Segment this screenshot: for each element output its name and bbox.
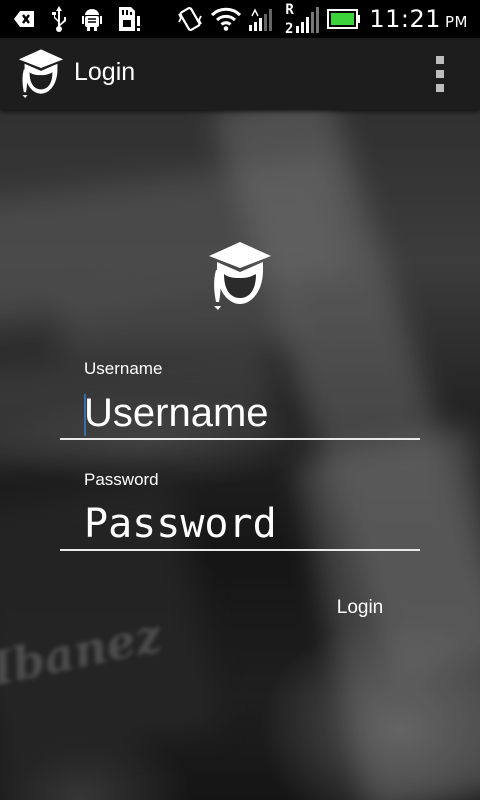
password-label: Password — [84, 470, 159, 489]
svg-text:2: 2 — [285, 21, 293, 34]
bg-dim-overlay — [0, 110, 480, 800]
graduate-cap-logo-icon — [209, 242, 271, 310]
overflow-dot — [436, 84, 444, 92]
back-arrow-icon — [14, 11, 34, 27]
clock: 11:21 PM — [369, 5, 468, 33]
screen: R 2 11:21 PM Login Ibanez Username Usern… — [0, 0, 480, 800]
status-right-icons: R 2 11:21 PM — [177, 0, 468, 38]
background-photo: Ibanez — [0, 110, 480, 800]
username-input[interactable] — [60, 388, 420, 440]
roaming-signal-icon: 2 — [285, 7, 320, 34]
roaming-signal: R 2 — [285, 2, 320, 34]
password-input[interactable] — [60, 499, 420, 551]
clock-time: 11:21 — [369, 5, 441, 33]
text-cursor — [84, 394, 86, 436]
action-bar: Login — [0, 38, 480, 110]
status-left-icons — [14, 6, 142, 32]
status-bar: R 2 11:21 PM — [0, 0, 480, 38]
battery-icon — [327, 9, 361, 29]
overflow-menu-icon[interactable] — [430, 56, 450, 92]
wifi-icon — [211, 7, 242, 31]
signal-icon — [249, 8, 273, 31]
username-label: Username — [84, 359, 163, 378]
page-title: Login — [74, 58, 136, 86]
graduate-cap-logo-icon[interactable] — [16, 48, 66, 98]
android-debug-icon — [82, 9, 102, 31]
sd-card-warning-icon — [119, 7, 140, 31]
usb-icon — [52, 6, 66, 32]
overflow-dot — [436, 56, 444, 64]
vibrate-icon — [178, 6, 203, 32]
overflow-dot — [436, 70, 444, 78]
clock-ampm: PM — [445, 13, 468, 31]
login-button[interactable]: Login — [320, 588, 400, 628]
